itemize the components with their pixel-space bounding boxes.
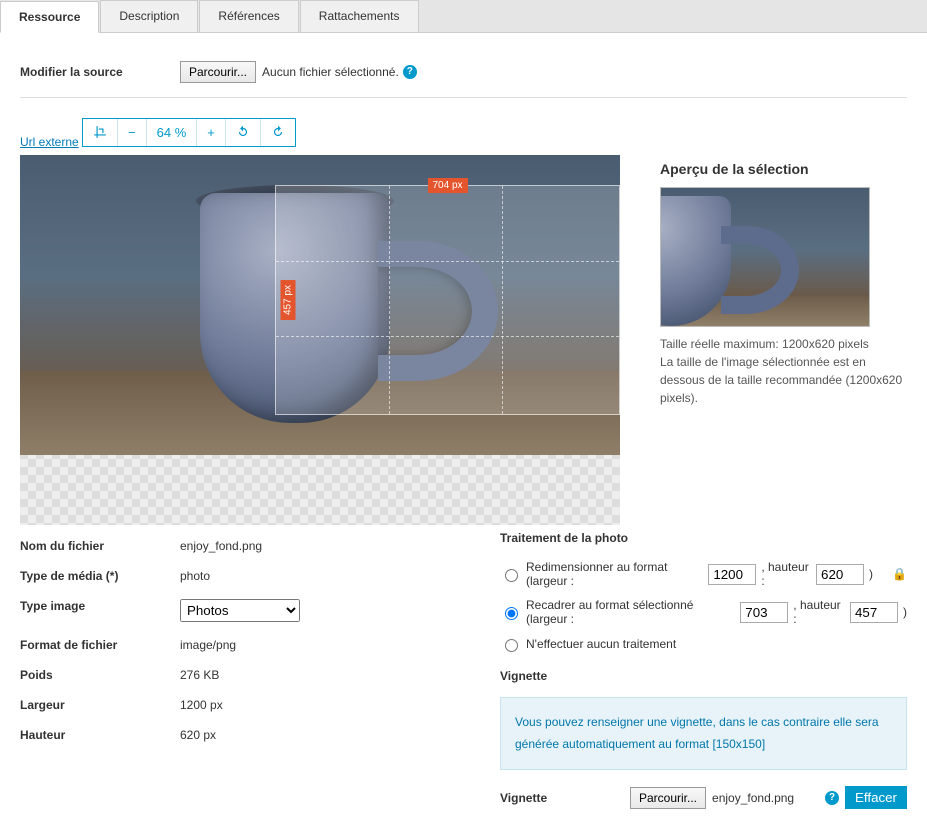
crop-height-input[interactable] [850, 602, 898, 623]
lock-icon[interactable]: 🔒 [892, 567, 907, 581]
thumb-label: Vignette [500, 791, 630, 805]
tab-resource[interactable]: Ressource [0, 1, 99, 33]
external-url-link[interactable]: Url externe [20, 135, 79, 149]
filename-label: Nom du fichier [20, 539, 180, 553]
thumb-filename: enjoy_fond.png [712, 791, 794, 805]
noproc-radio[interactable] [505, 639, 518, 652]
preview-warning: La taille de l'image sélectionnée est en… [660, 353, 907, 407]
processing-title: Traitement de la photo [500, 531, 907, 545]
crop-tool-button[interactable] [83, 119, 118, 146]
thumbnail-title: Vignette [500, 669, 907, 683]
resize-radio[interactable] [505, 569, 518, 582]
crop-icon [93, 125, 107, 139]
no-file-text: Aucun fichier sélectionné. [262, 65, 399, 79]
image-toolbar: − 64 % + [82, 118, 296, 147]
crop-width-badge: 704 px [427, 178, 467, 193]
imagetype-label: Type image [20, 599, 180, 622]
resize-width-input[interactable] [708, 564, 756, 585]
format-value: image/png [180, 638, 236, 652]
rotate-cw-button[interactable] [261, 119, 295, 146]
noproc-label: N'effectuer aucun traitement [526, 637, 676, 651]
rotate-cw-icon [271, 125, 285, 139]
file-info: Nom du fichierenjoy_fond.png Type de méd… [20, 531, 460, 809]
thumb-help-icon[interactable]: ? [825, 791, 839, 805]
preview-box [660, 187, 870, 327]
preview-title: Aperçu de la sélection [660, 161, 907, 177]
mediatype-label: Type de média (*) [20, 569, 180, 583]
rotate-ccw-icon [236, 125, 250, 139]
crop-label: Recadrer au format sélectionné (largeur … [526, 598, 735, 626]
format-label: Format de fichier [20, 638, 180, 652]
zoom-in-button[interactable]: + [197, 119, 226, 146]
resize-label: Redimensionner au format (largeur : [526, 560, 703, 588]
zoom-out-button[interactable]: − [118, 119, 147, 146]
thumbnail-info: Vous pouvez renseigner une vignette, dan… [500, 697, 907, 770]
crop-selection[interactable]: 704 px 457 px [275, 185, 620, 415]
crop-width-input[interactable] [740, 602, 788, 623]
imagetype-select[interactable]: Photos [180, 599, 300, 622]
tab-bar: Ressource Description Références Rattach… [0, 0, 927, 33]
height-value: 620 px [180, 728, 216, 742]
width-label: Largeur [20, 698, 180, 712]
crop-radio[interactable] [505, 607, 518, 620]
clear-thumb-button[interactable]: Effacer [845, 786, 907, 809]
browse-source-button[interactable]: Parcourir... [180, 61, 256, 83]
rotate-ccw-button[interactable] [226, 119, 261, 146]
help-icon[interactable]: ? [403, 65, 417, 79]
source-label: Modifier la source [20, 65, 180, 79]
tab-references[interactable]: Références [199, 0, 298, 32]
resize-height-input[interactable] [816, 564, 864, 585]
weight-label: Poids [20, 668, 180, 682]
weight-value: 276 KB [180, 668, 219, 682]
height-label: Hauteur [20, 728, 180, 742]
crop-height-badge: 457 px [281, 280, 296, 320]
tab-description[interactable]: Description [100, 0, 198, 32]
filename-value: enjoy_fond.png [180, 539, 262, 553]
mediatype-value: photo [180, 569, 210, 583]
preview-max-size: Taille réelle maximum: 1200x620 pixels [660, 335, 907, 353]
zoom-level: 64 % [147, 119, 198, 146]
browse-thumb-button[interactable]: Parcourir... [630, 787, 706, 809]
image-editor[interactable]: 704 px 457 px [20, 155, 620, 525]
width-value: 1200 px [180, 698, 223, 712]
tab-attachments[interactable]: Rattachements [300, 0, 419, 32]
